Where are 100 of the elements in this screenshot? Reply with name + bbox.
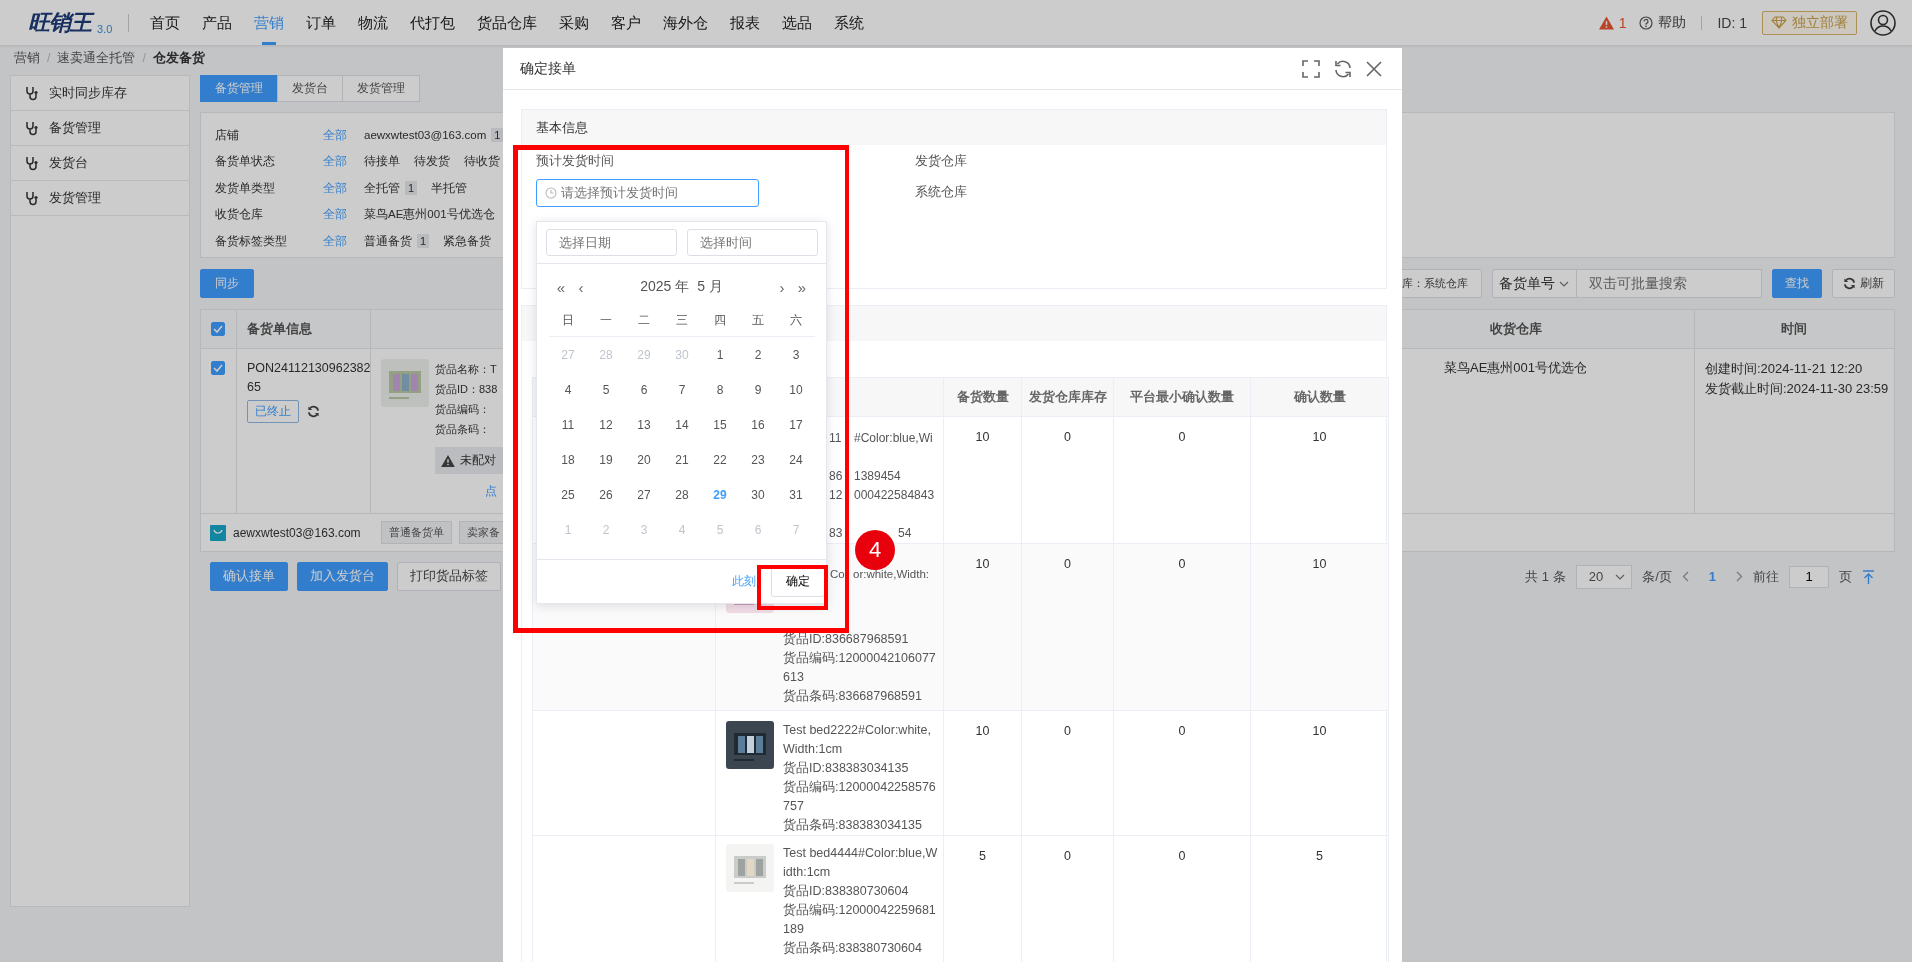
filter-option[interactable]: 待接单 xyxy=(364,154,400,170)
sidebar-item[interactable]: 备货管理 xyxy=(11,111,189,146)
calendar-day[interactable]: 9 xyxy=(739,373,777,408)
action-button[interactable]: 打印货品标签 xyxy=(397,562,501,591)
calendar-day[interactable]: 30 xyxy=(739,478,777,513)
calendar-day[interactable]: 4 xyxy=(549,373,587,408)
calendar-day[interactable]: 21 xyxy=(663,443,701,478)
refresh-icon[interactable] xyxy=(307,405,320,418)
calendar-day[interactable]: 7 xyxy=(663,373,701,408)
date-input[interactable]: 选择日期 xyxy=(546,229,677,256)
filter-option[interactable]: 全托管 xyxy=(364,180,400,196)
calendar-day[interactable]: 20 xyxy=(625,443,663,478)
fullscreen-icon[interactable] xyxy=(1302,59,1320,78)
calendar-day[interactable]: 14 xyxy=(663,408,701,443)
next-month-button[interactable]: › xyxy=(772,278,792,296)
calendar-day[interactable]: 19 xyxy=(587,443,625,478)
checkbox[interactable] xyxy=(211,322,225,336)
back-to-top-icon[interactable] xyxy=(1862,569,1875,584)
page-size-select[interactable]: 20 xyxy=(1575,564,1633,589)
table-cell: 10 xyxy=(944,417,1022,543)
tab[interactable]: 发货管理 xyxy=(342,75,420,102)
prev-year-button[interactable]: « xyxy=(551,278,571,296)
chevron-left-icon[interactable] xyxy=(1681,571,1689,582)
time-input[interactable]: 选择时间 xyxy=(687,229,818,256)
table-cell: 0 xyxy=(1022,711,1114,835)
sidebar-item[interactable]: 发货管理 xyxy=(11,181,189,216)
nav-menu-item[interactable]: 订单 xyxy=(295,0,347,45)
filter-option[interactable]: 菜鸟AE惠州001号优选仓 xyxy=(364,207,495,223)
filter-option[interactable]: 紧急备货 xyxy=(443,233,492,249)
nav-menu-item[interactable]: 系统 xyxy=(823,0,875,45)
field-label: 预计发货时间 xyxy=(536,152,615,170)
sidebar-item[interactable]: 发货台 xyxy=(11,146,189,181)
filter-option[interactable]: 普通备货 xyxy=(364,233,412,249)
calendar-day[interactable]: 16 xyxy=(739,408,777,443)
calendar-day[interactable]: 15 xyxy=(701,408,739,443)
nav-menu-item[interactable]: 首页 xyxy=(139,0,191,45)
filter-option[interactable]: 待收货 xyxy=(464,154,500,170)
nav-menu-item[interactable]: 报表 xyxy=(719,0,771,45)
filter-option[interactable]: aewxwtest03@163.com xyxy=(364,129,487,142)
nav-menu-item[interactable]: 物流 xyxy=(347,0,399,45)
calendar-day[interactable]: 17 xyxy=(777,408,815,443)
nav-menu-item[interactable]: 采购 xyxy=(548,0,600,45)
calendar-day[interactable]: 25 xyxy=(549,478,587,513)
help-icon[interactable] xyxy=(1639,15,1654,30)
calendar-day[interactable]: 27 xyxy=(625,478,663,513)
filter-option[interactable]: 半托管 xyxy=(431,180,468,196)
nav-menu-item[interactable]: 选品 xyxy=(771,0,823,45)
breadcrumb-separator: / xyxy=(47,51,51,65)
product-detail: 货品ID:836687968591 xyxy=(783,631,910,648)
nav-menu-item[interactable]: 货品仓库 xyxy=(466,0,548,45)
calendar-day[interactable]: 13 xyxy=(625,408,663,443)
filter-option[interactable]: 待发货 xyxy=(414,154,450,170)
refresh-button[interactable]: 刷新 xyxy=(1832,269,1895,298)
calendar-day[interactable]: 8 xyxy=(701,373,739,408)
weekday-label: 六 xyxy=(777,304,815,337)
breadcrumb-separator: / xyxy=(142,51,146,65)
calendar-day[interactable]: 5 xyxy=(587,373,625,408)
next-year-button[interactable]: » xyxy=(792,278,812,296)
store-name: aewxwtest03@163.com xyxy=(233,525,361,540)
search-type-select[interactable]: 备货单号 xyxy=(1492,269,1577,298)
year-label[interactable]: 2025 年 xyxy=(640,278,690,294)
calendar-day[interactable]: 26 xyxy=(587,478,625,513)
month-label[interactable]: 5 月 xyxy=(697,278,723,294)
breadcrumb-item[interactable]: 营销 xyxy=(14,49,40,67)
nav-menu-item[interactable]: 代打包 xyxy=(399,0,466,45)
dialog-title: 确定接单 xyxy=(520,59,576,78)
nav-menu-item[interactable]: 客户 xyxy=(600,0,652,45)
sidebar-item[interactable]: 实时同步库存 xyxy=(11,76,189,111)
calendar-day[interactable]: 24 xyxy=(777,443,815,478)
close-icon[interactable] xyxy=(1366,60,1382,77)
calendar-day[interactable]: 6 xyxy=(625,373,663,408)
filter-label: 发货单类型 xyxy=(215,180,276,196)
product-detail: 货品条码:836687968591 xyxy=(783,688,923,705)
column-header: 备货数量 xyxy=(944,378,1022,416)
tab[interactable]: 发货台 xyxy=(277,75,343,102)
nav-menu-item[interactable]: 海外仓 xyxy=(652,0,719,45)
search-field[interactable]: 双击可批量搜索 xyxy=(1577,269,1762,298)
calendar-day[interactable]: 23 xyxy=(739,443,777,478)
date-field[interactable]: 请选择预计发货时间 xyxy=(536,179,759,207)
help-link[interactable]: 帮助 xyxy=(1658,13,1687,32)
calendar-day[interactable]: 10 xyxy=(777,373,815,408)
calendar-day[interactable]: 22 xyxy=(701,443,739,478)
calendar-day[interactable]: 12 xyxy=(587,408,625,443)
checkbox[interactable] xyxy=(211,361,225,375)
chevron-right-icon[interactable] xyxy=(1736,571,1743,582)
calendar-day[interactable]: 2 xyxy=(739,338,777,373)
nav-menu-item[interactable]: 产品 xyxy=(191,0,243,45)
avatar-icon[interactable] xyxy=(1870,9,1896,36)
calendar-day[interactable]: 3 xyxy=(777,338,815,373)
product-detail: #Color:blue,Wi xyxy=(854,430,933,447)
alert-icon[interactable] xyxy=(1598,15,1614,30)
breadcrumb-item[interactable]: 速卖通全托管 xyxy=(57,49,136,67)
count-badge: 1 xyxy=(491,128,504,143)
page-input[interactable]: 1 xyxy=(1789,565,1829,588)
calendar-day[interactable]: 31 xyxy=(777,478,815,513)
calendar-day[interactable]: 1 xyxy=(701,338,739,373)
refresh-icon[interactable] xyxy=(1333,58,1353,79)
calendar-day[interactable]: 11 xyxy=(549,408,587,443)
prev-month-button[interactable]: ‹ xyxy=(571,278,591,296)
calendar-day[interactable]: 28 xyxy=(663,478,701,513)
